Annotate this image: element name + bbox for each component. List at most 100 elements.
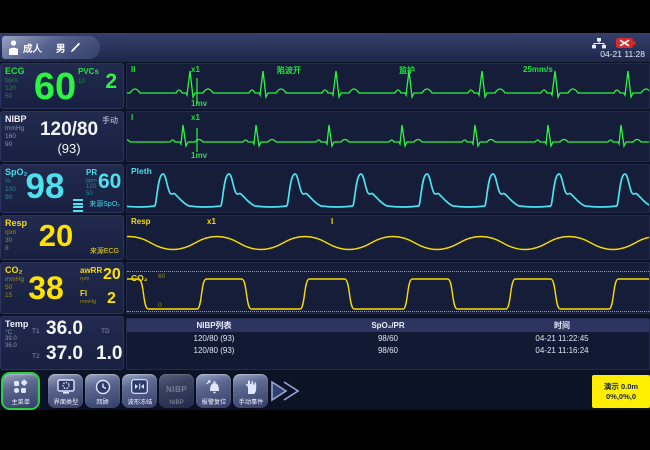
resp-source: 来源ECG bbox=[89, 248, 119, 255]
alarm-reset-icon bbox=[205, 377, 223, 396]
co2-limit-low: 15 bbox=[5, 292, 13, 299]
temp-label: Temp bbox=[5, 319, 29, 329]
demo-line-2: 0%,0%,0 bbox=[605, 391, 637, 401]
patient-monitor-app: 成人 男 04-21 11:28 ECG bpm 120 50 60 PVCs … bbox=[0, 33, 650, 410]
screen-type-button[interactable]: 界面类型 bbox=[48, 374, 83, 408]
resp-limit-high: 30 bbox=[5, 237, 13, 244]
col-time: 时间 bbox=[554, 321, 570, 330]
nibp-button[interactable]: NIBP NIBP bbox=[159, 374, 194, 408]
alarm-reset-button[interactable]: 报警复位 bbox=[196, 374, 231, 408]
patient-info-tab[interactable]: 成人 男 bbox=[2, 36, 100, 59]
t2-label: T2 bbox=[32, 353, 40, 360]
resp-value: 20 bbox=[38, 218, 74, 253]
trend-table[interactable]: NIBP列表 SpO₂/PR 时间 120/80 (93) 98/60 04-2… bbox=[126, 318, 650, 370]
freeze-icon bbox=[131, 377, 148, 396]
pleth-waveform bbox=[127, 173, 649, 208]
battery-icon bbox=[616, 38, 636, 48]
main-menu-icon bbox=[13, 377, 29, 396]
alarm-reset-label: 报警复位 bbox=[201, 399, 226, 406]
ecg-unit: bpm bbox=[5, 77, 18, 84]
review-button[interactable]: 回顾 bbox=[85, 374, 120, 408]
t2-value: 37.0 bbox=[46, 343, 83, 364]
temp-tile[interactable]: Temp °C 39.0 36.0 T1 36.0 TD T2 37.0 1.0 bbox=[0, 316, 124, 370]
nibp-value: 120/80 bbox=[39, 119, 99, 140]
nibp-icon: NIBP bbox=[165, 385, 188, 394]
more-arrow-icon[interactable] bbox=[270, 380, 302, 402]
patient-gender: 男 bbox=[56, 43, 66, 55]
t1-label: T1 bbox=[32, 328, 40, 335]
signal-bars-icon bbox=[73, 199, 83, 212]
pvcs-limit: 10 bbox=[78, 78, 86, 85]
nibp-limit-low: 90 bbox=[5, 141, 13, 148]
co2-waveform bbox=[127, 278, 649, 310]
freeze-button[interactable]: 波形冻结 bbox=[122, 374, 157, 408]
td-value: 1.0 bbox=[96, 343, 123, 364]
fi-label: FI bbox=[80, 289, 88, 298]
pr-value: 60 bbox=[98, 170, 122, 193]
pleth-wave-row[interactable]: Pleth bbox=[126, 164, 650, 213]
spo2-unit: % bbox=[5, 178, 11, 185]
fi-value: 2 bbox=[107, 290, 116, 307]
ecg1-waveform bbox=[127, 70, 649, 104]
screen-type-label: 界面类型 bbox=[53, 399, 78, 406]
screen-type-icon bbox=[56, 377, 75, 396]
cell-time-1: 04-21 11:22:45 bbox=[535, 333, 589, 343]
monitor-screen: 成人 男 04-21 11:28 ECG bpm 120 50 60 PVCs … bbox=[0, 0, 650, 450]
manual-event-icon bbox=[243, 377, 259, 396]
freeze-label: 波形冻结 bbox=[127, 399, 152, 406]
demo-status-box[interactable]: 演示 0.0m 0%,0%,0 bbox=[592, 375, 650, 408]
resp-waveform bbox=[127, 235, 649, 251]
ecg-wave-row-2[interactable]: I x1 1mv bbox=[126, 111, 650, 162]
awrr-value: 20 bbox=[103, 266, 121, 283]
pr-limit-high: 120 bbox=[86, 184, 97, 190]
ecg-limit-high: 120 bbox=[5, 85, 16, 92]
edit-icon bbox=[70, 42, 80, 52]
network-icon bbox=[592, 38, 606, 49]
cell-spo2pr-1: 98/60 bbox=[377, 333, 399, 343]
patient-type: 成人 bbox=[23, 43, 43, 55]
pvcs-label: PVCs bbox=[78, 67, 99, 76]
review-icon bbox=[95, 377, 111, 396]
manual-event-label: 手动事件 bbox=[238, 399, 263, 406]
spo2-value: 98 bbox=[25, 167, 65, 206]
top-bar: 成人 男 04-21 11:28 bbox=[0, 33, 650, 62]
resp-wave-row[interactable]: Resp x1 I bbox=[126, 215, 650, 260]
ecg-tile[interactable]: ECG bpm 120 50 60 PVCs 10 2 bbox=[0, 63, 124, 109]
spo2-tile[interactable]: SpO₂ % 100 90 98 PR bpm 120 50 60 来源SpO₂ bbox=[0, 164, 124, 213]
co2-value: 38 bbox=[28, 270, 64, 306]
awrr-unit: rpm bbox=[80, 276, 90, 282]
pvcs-value: 2 bbox=[105, 70, 117, 93]
review-label: 回顾 bbox=[96, 399, 109, 406]
resp-limit-low: 8 bbox=[5, 245, 9, 252]
nibp-map-value: (93) bbox=[57, 141, 81, 156]
nibp-limit-high: 160 bbox=[5, 133, 16, 140]
temp-limit-high: 39.0 bbox=[5, 336, 17, 342]
cell-nibp-2: 120/80 (93) bbox=[193, 345, 235, 355]
patient-icon bbox=[9, 40, 18, 55]
fi-unit: mmHg bbox=[80, 299, 97, 305]
td-label: TD bbox=[101, 328, 110, 335]
co2-wave-row[interactable]: CO₂ 60 0 bbox=[126, 262, 650, 314]
awrr-label: awRR bbox=[80, 266, 103, 275]
ecg-wave-row-1[interactable]: II x1 陷波开 监护 25mm/s 1mv bbox=[126, 63, 650, 109]
pr-label: PR bbox=[86, 168, 98, 177]
ecg2-waveform bbox=[127, 124, 649, 152]
table-row: 120/80 (93) 98/60 04-21 11:22:45 bbox=[127, 332, 649, 344]
cell-spo2pr-2: 98/60 bbox=[377, 345, 399, 355]
manual-event-button[interactable]: 手动事件 bbox=[233, 374, 268, 408]
main-menu-button[interactable]: 主菜单 bbox=[1, 372, 40, 410]
resp-tile[interactable]: Resp rpm 30 8 20 来源ECG bbox=[0, 215, 124, 260]
col-spo2-pr: SpO₂/PR bbox=[371, 321, 405, 330]
pr-source: 来源SpO₂ bbox=[89, 201, 120, 208]
t1-value: 36.0 bbox=[46, 318, 83, 339]
demo-line-1: 演示 0.0m bbox=[603, 381, 639, 391]
temp-unit: °C bbox=[5, 329, 13, 336]
nibp-button-label: NIBP bbox=[169, 399, 184, 406]
resp-unit: rpm bbox=[5, 229, 17, 236]
nibp-tile[interactable]: NIBP 手动 mmHg 160 90 120/80 (93) bbox=[0, 111, 124, 162]
co2-tile[interactable]: CO₂ mmHg 50 15 38 awRR rpm 20 FI mmHg 2 bbox=[0, 262, 124, 314]
trend-table-header: NIBP列表 SpO₂/PR 时间 bbox=[127, 319, 649, 332]
spo2-limit-low: 90 bbox=[5, 194, 13, 201]
col-nibp-list: NIBP列表 bbox=[196, 321, 232, 330]
ecg-limit-low: 50 bbox=[5, 93, 13, 100]
